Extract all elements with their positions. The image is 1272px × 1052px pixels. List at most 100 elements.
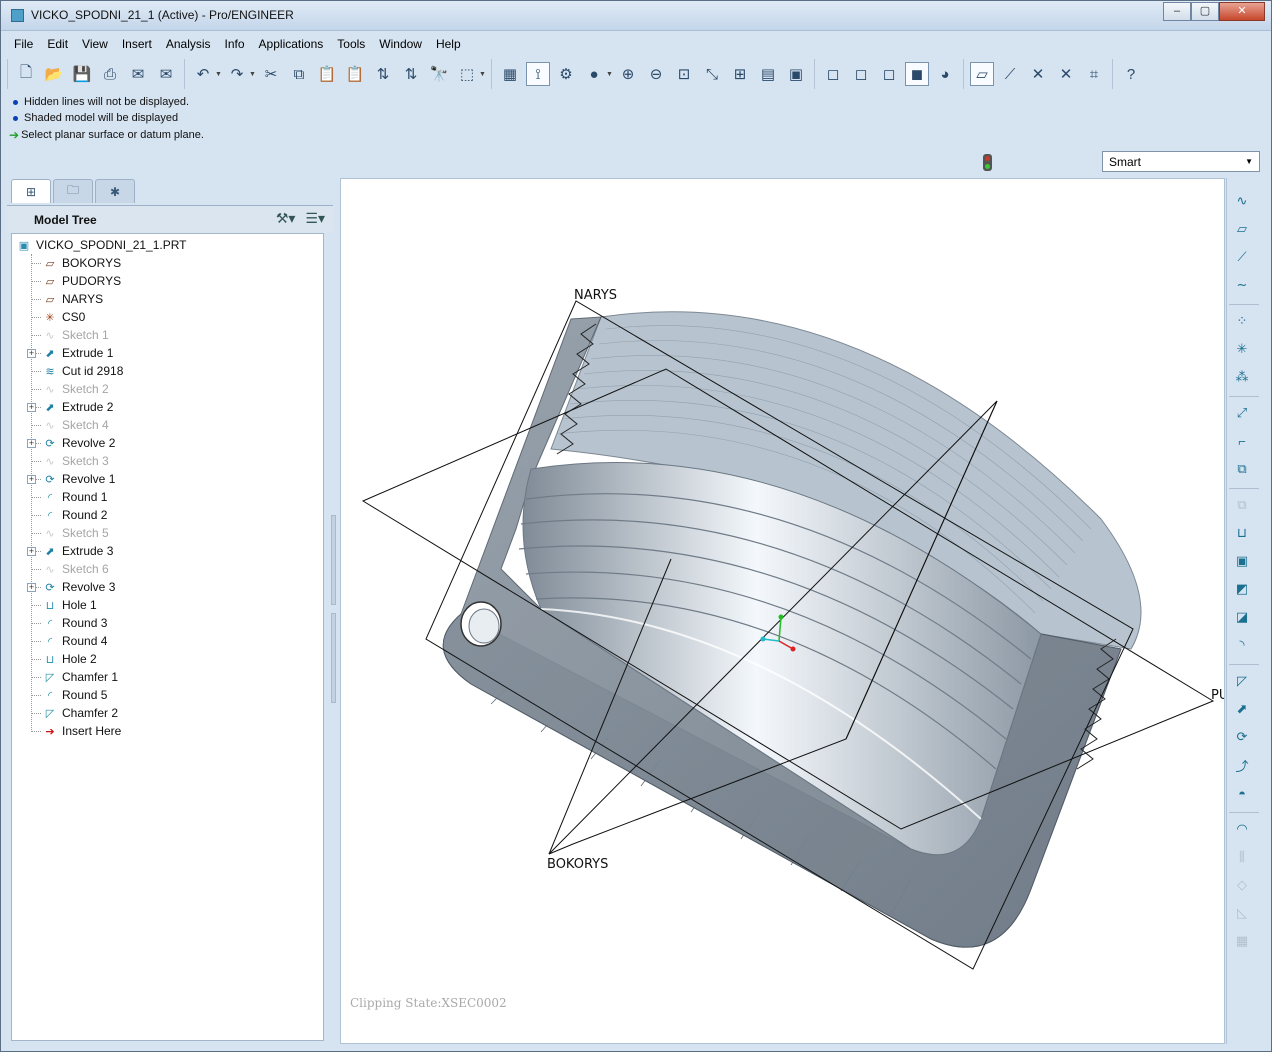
tree-item[interactable]: ≋ Cut id 2918 [42,362,123,380]
tree-item[interactable]: ⊔ Hole 2 [42,650,97,668]
mirror-tool-icon[interactable]: ⫼ [1231,846,1253,868]
tree-item[interactable]: ⟳ Revolve 1 [42,470,115,488]
blend-tool-icon[interactable]: ◓ [1231,782,1253,804]
sweep-tool-icon[interactable]: ⤴ [1231,754,1253,776]
chevron-down-icon[interactable]: ▼ [479,71,487,78]
view-manager-icon[interactable]: ▣ [784,62,808,86]
rib-tool-icon[interactable]: ◩ [1231,578,1253,600]
datum-planes-icon[interactable]: ▱ [970,62,994,86]
panel-splitter[interactable] [331,515,337,705]
hole-tool-icon[interactable]: ⊔ [1231,522,1253,544]
sketched-datum-curve-icon[interactable]: ∿ [1231,190,1253,212]
coordinate-system-tool-icon[interactable]: ✳ [1231,338,1253,360]
graphics-viewport[interactable]: NARYS BOKORYS PU Clipping State:XSEC0002 [340,178,1225,1044]
boundary-blend-icon[interactable]: ◠ [1231,818,1253,840]
datum-plane-tool-icon[interactable]: ▱ [1231,218,1253,240]
datum-points-icon[interactable]: ✕ [1026,62,1050,86]
menu-analysis[interactable]: Analysis [159,37,218,51]
datum-axes-icon[interactable]: ⟋ [998,62,1022,86]
splitter-handle[interactable] [331,613,336,703]
minimize-button[interactable]: – [1163,2,1191,21]
analysis-feature-icon[interactable]: ⁂ [1231,366,1253,388]
find-icon[interactable]: 🔭 [427,62,451,86]
tree-item[interactable]: ∿ Sketch 2 [42,380,108,398]
chevron-down-icon[interactable]: ▼ [249,71,257,78]
menu-edit[interactable]: Edit [40,37,75,51]
email-icon[interactable]: ✉ [126,62,150,86]
tree-item[interactable]: ▱ NARYS [42,290,103,308]
datum-label-narys[interactable]: NARYS [574,288,617,303]
menu-info[interactable]: Info [218,37,252,51]
reorient-icon[interactable]: ⤡ [700,62,724,86]
tree-item[interactable]: ∿ Sketch 4 [42,416,108,434]
trim-tool-icon[interactable]: ◺ [1231,902,1253,924]
insert-ref-icon[interactable]: ⌐ [1231,430,1253,452]
chevron-down-icon[interactable]: ▼ [215,71,223,78]
tree-item[interactable]: ⬈ Extrude 1 [42,344,113,362]
annotation-display-icon[interactable]: ⌗ [1082,62,1106,86]
redo-icon[interactable]: ↷ [225,62,249,86]
chevron-down-icon[interactable]: ▼ [606,71,614,78]
wireframe-icon[interactable]: ◻ [821,62,845,86]
tree-item[interactable]: ⟳ Revolve 3 [42,578,115,596]
chamfer-tool-icon[interactable]: ◸ [1231,670,1253,692]
refit-icon[interactable]: ⊡ [672,62,696,86]
print-icon[interactable]: ⎙ [98,62,122,86]
tree-item[interactable]: ⬈ Extrude 2 [42,398,113,416]
datum-label-pudorys[interactable]: PU [1211,688,1224,703]
appearance-icon[interactable]: ● [582,62,606,86]
menu-help[interactable]: Help [429,37,468,51]
datum-curve-tool-icon[interactable]: ∼ [1231,274,1253,296]
tree-item[interactable]: ∿ Sketch 3 [42,452,108,470]
zoom-out-icon[interactable]: ⊖ [644,62,668,86]
publish-geom-icon[interactable]: ⧉ [1231,494,1253,516]
layers-icon[interactable]: ▤ [756,62,780,86]
tree-item[interactable]: ➔ Insert Here [42,722,121,740]
shell-tool-icon[interactable]: ▣ [1231,550,1253,572]
tree-item[interactable]: ✳ CS0 [42,308,85,326]
menu-applications[interactable]: Applications [252,37,331,51]
tree-expand-icon[interactable]: + [27,475,36,484]
regeneration-status-icon[interactable] [983,154,992,171]
menu-insert[interactable]: Insert [115,37,159,51]
tree-item[interactable]: ◜ Round 4 [42,632,108,650]
tree-item[interactable]: ▱ PUDORYS [42,272,121,290]
tree-item[interactable]: ◸ Chamfer 2 [42,704,118,722]
context-help-icon[interactable]: ? [1119,62,1143,86]
hidden-line-icon[interactable]: ◻ [849,62,873,86]
shading-icon[interactable]: ◼ [905,62,929,86]
tree-expand-icon[interactable]: + [27,439,36,448]
spin-center-icon[interactable]: ⟟ [526,62,550,86]
close-button[interactable]: ✕ [1219,2,1265,21]
paste-special-icon[interactable]: 📋 [343,62,367,86]
revolve-tool-icon[interactable]: ⟳ [1231,726,1253,748]
tree-item[interactable]: ◜ Round 3 [42,614,108,632]
offset-tool-icon[interactable]: ⤢ [1231,402,1253,424]
datum-axis-tool-icon[interactable]: ⟋ [1231,246,1253,268]
menu-window[interactable]: Window [372,37,429,51]
regenerate-manager-icon[interactable]: ⇅ [399,62,423,86]
orient-mode-icon[interactable]: ⚙ [554,62,578,86]
tree-item[interactable]: ◸ Chamfer 1 [42,668,118,686]
draft-tool-icon[interactable]: ◪ [1231,606,1253,628]
menu-file[interactable]: File [7,37,40,51]
tree-expand-icon[interactable]: + [27,583,36,592]
tree-expand-icon[interactable]: + [27,547,36,556]
tree-root[interactable]: ▣ VICKO_SPODNI_21_1.PRT [16,236,187,254]
email-link-icon[interactable]: ✉ [154,62,178,86]
zoom-in-icon[interactable]: ⊕ [616,62,640,86]
tree-expand-icon[interactable]: + [27,403,36,412]
copy-geom-icon[interactable]: ⧉ [1231,458,1253,480]
regenerate-icon[interactable]: ⇅ [371,62,395,86]
cut-icon[interactable]: ✂ [259,62,283,86]
model-tree[interactable]: ▣ VICKO_SPODNI_21_1.PRT ▱ BOKORYS ▱ PUDORYS… [11,233,324,1041]
folder-browser-tab-icon[interactable]: 🗀 [53,179,93,203]
tree-settings-icon[interactable]: ⚒▾ [276,210,296,227]
tree-item[interactable]: ⬈ Extrude 3 [42,542,113,560]
saved-views-icon[interactable]: ⊞ [728,62,752,86]
enhanced-realism-icon[interactable]: ◕ [933,62,957,86]
model-tree-tab-icon[interactable]: ⊞ [11,179,51,203]
new-file-icon[interactable]: 🗋 [14,62,38,86]
extrude-tool-icon[interactable]: ⬈ [1231,698,1253,720]
tree-item[interactable]: ⊔ Hole 1 [42,596,97,614]
